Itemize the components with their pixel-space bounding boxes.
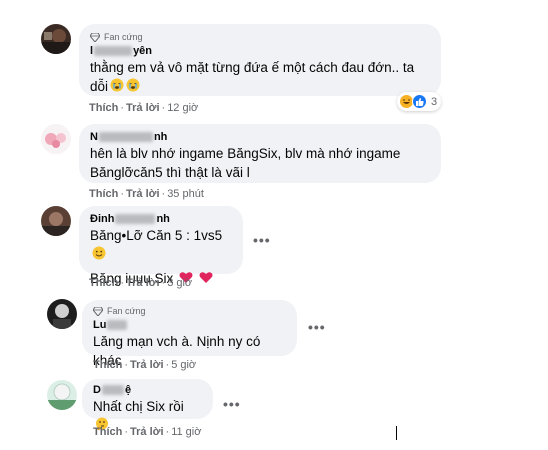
redacted-name: [107, 320, 128, 330]
reply-button[interactable]: Trả lời: [130, 359, 164, 371]
crying-face-icon: [126, 78, 140, 97]
like-button[interactable]: Thích: [93, 359, 122, 371]
comment-text: thằng em vả vô mặt từng đứa ế một cách đ…: [90, 58, 430, 97]
comment-actions: Thích · Trả lời · 11 giờ: [93, 426, 202, 438]
timestamp[interactable]: 11 giờ: [171, 426, 201, 438]
comment-actions: Thích · Trả lời · 35 phút: [89, 188, 204, 200]
commenter-name[interactable]: N nh: [90, 130, 430, 144]
like-button[interactable]: Thích: [89, 102, 118, 114]
avatar[interactable]: [41, 124, 71, 154]
smiling-face-icon: [92, 246, 106, 265]
avatar[interactable]: [41, 24, 71, 54]
redacted-name: [101, 385, 124, 395]
more-options-icon[interactable]: •••: [308, 319, 326, 335]
like-button[interactable]: Thích: [93, 426, 122, 438]
comment-actions: Thích · Trả lời · 5 giờ: [93, 359, 197, 371]
fan-badge: Fan cứng: [93, 305, 286, 317]
badge-label: Fan cứng: [107, 306, 146, 316]
commenter-name[interactable]: l yên: [90, 44, 430, 58]
commenter-name[interactable]: Đinh nh: [90, 212, 232, 226]
comment-bubble: Đinh nh Băng•Lỡ Căn 5 : 1vs5 Băng iuuu S…: [79, 206, 243, 286]
like-button[interactable]: Thích: [89, 277, 118, 289]
like-button[interactable]: Thích: [89, 188, 118, 200]
redacted-name: [115, 214, 156, 224]
redacted-name: [94, 46, 133, 56]
avatar[interactable]: [41, 206, 71, 236]
avatar[interactable]: [47, 299, 77, 329]
comment-actions: Thích · Trả lời · 3 giờ: [89, 277, 193, 289]
reply-button[interactable]: Trả lời: [126, 277, 160, 289]
comment-text: hên là blv nhớ ingame BăngSix, blv mà nh…: [90, 146, 401, 180]
more-options-icon[interactable]: •••: [253, 232, 271, 248]
comment-actions: Thích · Trả lời · 12 giờ: [89, 102, 199, 114]
timestamp[interactable]: 3 giờ: [167, 277, 192, 289]
heart-icon: [199, 270, 213, 289]
more-options-icon[interactable]: •••: [223, 396, 241, 412]
redacted-name: [98, 132, 153, 142]
comment-bubble: N nh hên là blv nhớ ingame BăngSix, blv …: [79, 124, 441, 183]
comment-bubble: D ệ Nhất chị Six rồi: [82, 379, 213, 431]
crying-face-icon: [110, 78, 124, 97]
reaction-summary[interactable]: 3: [397, 92, 442, 111]
reply-button[interactable]: Trả lời: [126, 102, 160, 114]
like-icon: [412, 94, 427, 109]
reaction-count: 3: [431, 95, 438, 108]
comment-bubble: Fan cứng l yên thằng em vả vô mặt từng đ…: [79, 24, 441, 96]
comment-bubble: Fan cứng Lu Lăng mạn vch à. Nịnh ny có k…: [82, 300, 297, 368]
commenter-name[interactable]: D ệ: [93, 383, 202, 397]
timestamp[interactable]: 5 giờ: [171, 359, 196, 371]
comment-text-line: Băng•Lỡ Căn 5 : 1vs5: [90, 226, 232, 265]
avatar[interactable]: [47, 380, 77, 410]
commenter-name[interactable]: Lu: [93, 318, 286, 332]
text-cursor: [396, 426, 397, 440]
reply-button[interactable]: Trả lời: [130, 426, 164, 438]
badge-label: Fan cứng: [104, 32, 143, 42]
fan-badge: Fan cứng: [90, 31, 430, 43]
timestamp[interactable]: 35 phút: [167, 188, 204, 200]
diamond-icon: [93, 306, 103, 316]
reply-button[interactable]: Trả lời: [126, 188, 160, 200]
diamond-icon: [90, 32, 100, 42]
timestamp[interactable]: 12 giờ: [167, 102, 198, 114]
